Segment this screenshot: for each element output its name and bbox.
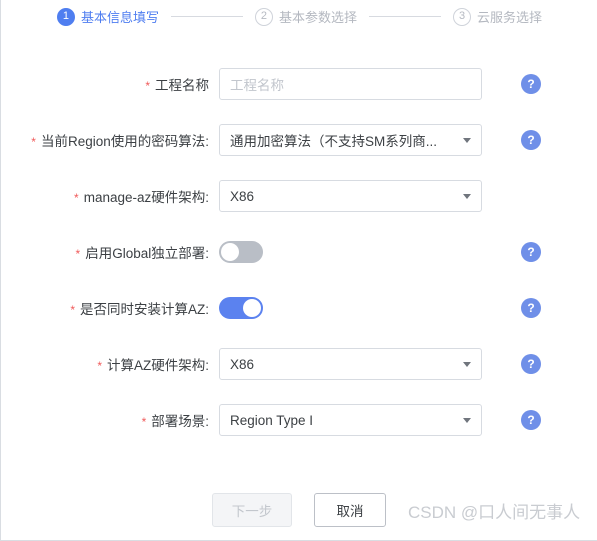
required-asterisk: * bbox=[31, 135, 36, 149]
label-crypto-algorithm: * 当前Region使用的密码算法: bbox=[1, 130, 219, 150]
step-connector-1 bbox=[170, 16, 243, 17]
required-asterisk: * bbox=[97, 359, 102, 373]
install-compute-az-toggle[interactable] bbox=[219, 297, 263, 319]
form-row-project-name: * 工程名称 工程名称 ? bbox=[1, 56, 597, 112]
label-deployment-scenario: * 部署场景: bbox=[1, 410, 219, 430]
label-text: manage-az硬件架构: bbox=[83, 190, 209, 205]
help-cell-project-name: ? bbox=[484, 74, 584, 94]
required-asterisk: * bbox=[75, 247, 81, 261]
required-asterisk: * bbox=[74, 191, 79, 205]
project-name-input[interactable]: 工程名称 bbox=[219, 68, 482, 100]
project-form: * 工程名称 工程名称 ? * 当前Region使用的密码算法: 通用加密算法（… bbox=[1, 33, 597, 448]
cancel-button[interactable]: 取消 bbox=[314, 493, 386, 527]
step-number-1: 1 bbox=[56, 7, 75, 26]
manage-az-arch-select[interactable]: X86 bbox=[219, 180, 482, 212]
field-deployment-scenario: Region Type I bbox=[219, 404, 484, 436]
next-step-button[interactable]: 下一步 bbox=[212, 493, 292, 527]
label-text: 当前Region使用的密码算法: bbox=[40, 134, 209, 149]
label-text: 部署场景: bbox=[151, 414, 209, 429]
help-cell-crypto-algorithm: ? bbox=[484, 130, 584, 150]
field-project-name: 工程名称 bbox=[219, 68, 484, 100]
step-label-3: 云服务选择 bbox=[477, 10, 543, 25]
label-text: 计算AZ硬件架构: bbox=[106, 358, 209, 373]
label-compute-az-arch: * 计算AZ硬件架构: bbox=[1, 354, 219, 374]
form-row-manage-az-arch: * manage-az硬件架构: X86 ? bbox=[1, 168, 597, 224]
help-cell-deployment-scenario: ? bbox=[484, 410, 584, 430]
global-deploy-toggle[interactable] bbox=[219, 241, 263, 263]
form-row-install-compute-az: * 是否同时安装计算AZ: ? bbox=[1, 280, 597, 336]
step-label-1: 基本信息填写 bbox=[80, 10, 159, 25]
wizard-page: 1 基本信息填写 2 基本参数选择 3 云服务选择 * 工程名称 工程名称 ? … bbox=[0, 0, 597, 541]
chevron-down-icon bbox=[463, 194, 471, 199]
crypto-algorithm-select[interactable]: 通用加密算法（不支持SM系列商... bbox=[219, 124, 482, 156]
step-connector-2 bbox=[369, 16, 441, 17]
help-cell-global-deploy: ? bbox=[484, 242, 584, 262]
project-name-placeholder: 工程名称 bbox=[230, 78, 284, 93]
field-global-deploy bbox=[219, 241, 484, 263]
label-project-name: * 工程名称 bbox=[1, 74, 219, 94]
form-footer: 下一步 取消 CSDN @口人间无事人 bbox=[1, 493, 597, 527]
compute-az-arch-select[interactable]: X86 bbox=[219, 348, 482, 380]
field-crypto-algorithm: 通用加密算法（不支持SM系列商... bbox=[219, 124, 484, 156]
watermark-text: CSDN @口人间无事人 bbox=[408, 502, 581, 522]
crypto-algorithm-value: 通用加密算法（不支持SM系列商... bbox=[230, 134, 438, 149]
step-item-1[interactable]: 1 基本信息填写 bbox=[56, 7, 159, 26]
help-cell-compute-az-arch: ? bbox=[484, 354, 584, 374]
manage-az-arch-value: X86 bbox=[230, 188, 255, 204]
step-number-2: 2 bbox=[254, 7, 273, 26]
help-icon[interactable]: ? bbox=[521, 354, 541, 374]
label-install-compute-az: * 是否同时安装计算AZ: bbox=[1, 298, 219, 318]
required-asterisk: * bbox=[141, 415, 147, 429]
help-cell-manage-az-arch: ? bbox=[484, 186, 584, 206]
help-icon[interactable]: ? bbox=[521, 242, 541, 262]
chevron-down-icon bbox=[463, 418, 471, 423]
help-icon[interactable]: ? bbox=[521, 130, 541, 150]
chevron-down-icon bbox=[463, 362, 471, 367]
label-global-deploy: * 启用Global独立部署: bbox=[1, 242, 219, 262]
field-manage-az-arch: X86 bbox=[219, 180, 484, 212]
label-text: 工程名称 bbox=[155, 78, 209, 93]
label-manage-az-arch: * manage-az硬件架构: bbox=[1, 186, 219, 206]
toggle-knob bbox=[243, 299, 261, 317]
step-item-3[interactable]: 3 云服务选择 bbox=[453, 7, 542, 26]
form-row-deployment-scenario: * 部署场景: Region Type I ? bbox=[1, 392, 597, 448]
deployment-scenario-select[interactable]: Region Type I bbox=[219, 404, 482, 436]
form-row-crypto-algorithm: * 当前Region使用的密码算法: 通用加密算法（不支持SM系列商... ? bbox=[1, 112, 597, 168]
step-label-2: 基本参数选择 bbox=[278, 10, 357, 25]
help-icon[interactable]: ? bbox=[521, 74, 541, 94]
label-text: 是否同时安装计算AZ: bbox=[79, 302, 209, 317]
compute-az-arch-value: X86 bbox=[230, 356, 255, 372]
required-asterisk: * bbox=[70, 303, 75, 317]
help-icon[interactable]: ? bbox=[521, 298, 541, 318]
help-icon[interactable]: ? bbox=[521, 410, 541, 430]
deployment-scenario-value: Region Type I bbox=[230, 412, 314, 428]
chevron-down-icon bbox=[463, 138, 471, 143]
step-indicator: 1 基本信息填写 2 基本参数选择 3 云服务选择 bbox=[1, 0, 597, 33]
label-text: 启用Global独立部署: bbox=[85, 246, 209, 261]
field-compute-az-arch: X86 bbox=[219, 348, 484, 380]
required-asterisk: * bbox=[145, 79, 150, 93]
help-cell-install-compute-az: ? bbox=[484, 298, 584, 318]
step-number-3: 3 bbox=[453, 7, 471, 26]
form-row-compute-az-arch: * 计算AZ硬件架构: X86 ? bbox=[1, 336, 597, 392]
field-install-compute-az bbox=[219, 297, 484, 319]
toggle-knob bbox=[221, 243, 239, 261]
form-row-global-deploy: * 启用Global独立部署: ? bbox=[1, 224, 597, 280]
step-item-2[interactable]: 2 基本参数选择 bbox=[254, 7, 357, 26]
